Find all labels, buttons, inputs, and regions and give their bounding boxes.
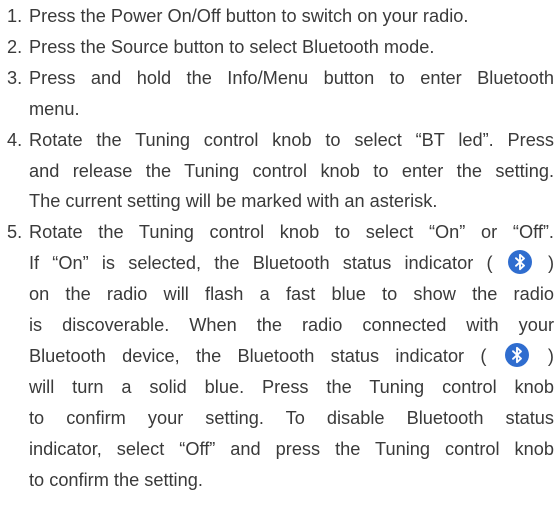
step-text-line: to confirm the setting.	[29, 469, 203, 490]
step-text-line-with-icon: Bluetooth device, the Bluetooth status i…	[29, 341, 554, 372]
step-number: 5.	[7, 222, 23, 243]
step-text-line: The current setting will be marked with …	[29, 191, 438, 212]
step-5: 5. Rotate the Tuning control knob to sel…	[7, 217, 554, 495]
step-text-fragment: Bluetooth device, the Bluetooth status i…	[29, 345, 487, 366]
step-number: 4.	[7, 129, 23, 150]
step-text-fragment: )	[547, 345, 554, 366]
step-text-line: on the radio will flash a fast blue to s…	[29, 284, 554, 305]
step-3: 3. Press and hold the Info/Menu button t…	[7, 63, 554, 125]
step-4: 4. Rotate the Tuning control knob to sel…	[7, 125, 554, 218]
step-text-line-with-icon: If “On” is selected, the Bluetooth statu…	[29, 248, 554, 279]
step-text-line: Press the Power On/Off button to switch …	[29, 6, 469, 26]
step-number: 2.	[7, 36, 23, 57]
step-text-line: indicator, select “Off” and press the Tu…	[29, 438, 554, 459]
step-2: 2. Press the Source button to select Blu…	[7, 32, 554, 63]
step-text-line: is discoverable. When the radio connecte…	[29, 315, 554, 336]
step-text-fragment: If “On” is selected, the Bluetooth statu…	[29, 253, 493, 274]
instruction-list: 1. Press the Power On/Off button to swit…	[7, 1, 554, 496]
step-number: 3.	[7, 67, 23, 88]
step-number: 1.	[7, 6, 23, 26]
step-text-line: to confirm your setting. To disable Blue…	[29, 407, 554, 428]
step-text-line: Rotate the Tuning control knob to select…	[29, 222, 554, 243]
step-text-line: and release the Tuning control knob to e…	[29, 160, 554, 181]
step-text-line: menu.	[29, 98, 80, 119]
step-text-line: Press the Source button to select Blueto…	[29, 36, 435, 57]
step-text-fragment: )	[547, 253, 555, 274]
step-1: 1. Press the Power On/Off button to swit…	[7, 1, 554, 32]
step-text-line: Rotate the Tuning control knob to select…	[29, 129, 554, 150]
bluetooth-icon	[507, 250, 532, 275]
step-text-line: Press and hold the Info/Menu button to e…	[29, 67, 554, 88]
bluetooth-icon	[504, 342, 529, 367]
step-text-line: will turn a solid blue. Press the Tuning…	[29, 376, 554, 397]
